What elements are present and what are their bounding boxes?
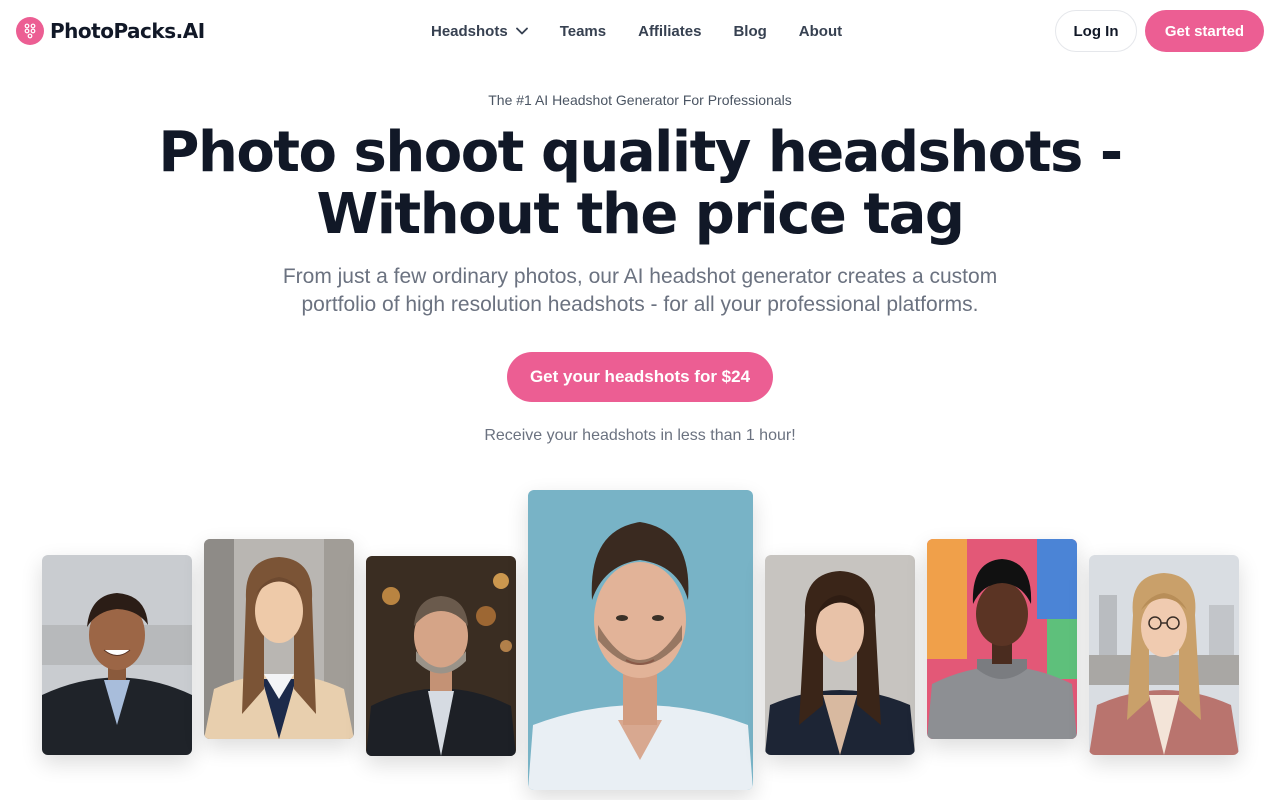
headshot-photo-5 xyxy=(765,555,915,755)
chevron-down-icon xyxy=(515,27,528,35)
hero-subheading: From just a few ordinary photos, our AI … xyxy=(240,263,1040,319)
headshot-photo-2 xyxy=(204,539,354,739)
get-headshots-cta-button[interactable]: Get your headshots for $24 xyxy=(507,352,773,402)
hero-eyebrow: The #1 AI Headshot Generator For Profess… xyxy=(488,92,792,108)
hero-headline: Photo shoot quality headshots - Without … xyxy=(0,122,1280,246)
nav-item-about[interactable]: About xyxy=(799,23,842,40)
headshot-photo-3 xyxy=(366,556,516,756)
headshot-photo-1 xyxy=(42,555,192,755)
get-started-button[interactable]: Get started xyxy=(1145,10,1264,52)
login-button[interactable]: Log In xyxy=(1055,10,1137,52)
nav-item-blog[interactable]: Blog xyxy=(733,23,766,40)
headshot-photo-4-featured xyxy=(528,490,753,790)
dots-grid-icon xyxy=(16,17,44,45)
headline-line-1: Photo shoot quality headshots - xyxy=(158,120,1123,185)
headshot-photo-6 xyxy=(927,539,1077,739)
headshot-photo-7 xyxy=(1089,555,1239,755)
subhead-line-1: From just a few ordinary photos, our AI … xyxy=(282,265,998,288)
nav-item-teams[interactable]: Teams xyxy=(560,23,606,40)
subhead-line-2: portfolio of high resolution headshots -… xyxy=(301,293,979,316)
nav-item-headshots[interactable]: Headshots xyxy=(431,23,528,40)
nav-item-affiliates[interactable]: Affiliates xyxy=(638,23,701,40)
main-menu: Headshots Teams Affiliates Blog About xyxy=(431,20,842,42)
nav-item-label: Headshots xyxy=(431,22,508,40)
brand-name: PhotoPacks.AI xyxy=(50,19,205,43)
brand-logo-link[interactable]: PhotoPacks.AI xyxy=(16,16,205,46)
headline-line-2: Without the price tag xyxy=(316,182,965,247)
delivery-note: Receive your headshots in less than 1 ho… xyxy=(484,427,796,444)
top-navigation: PhotoPacks.AI Headshots Teams Affiliates… xyxy=(0,0,1280,62)
